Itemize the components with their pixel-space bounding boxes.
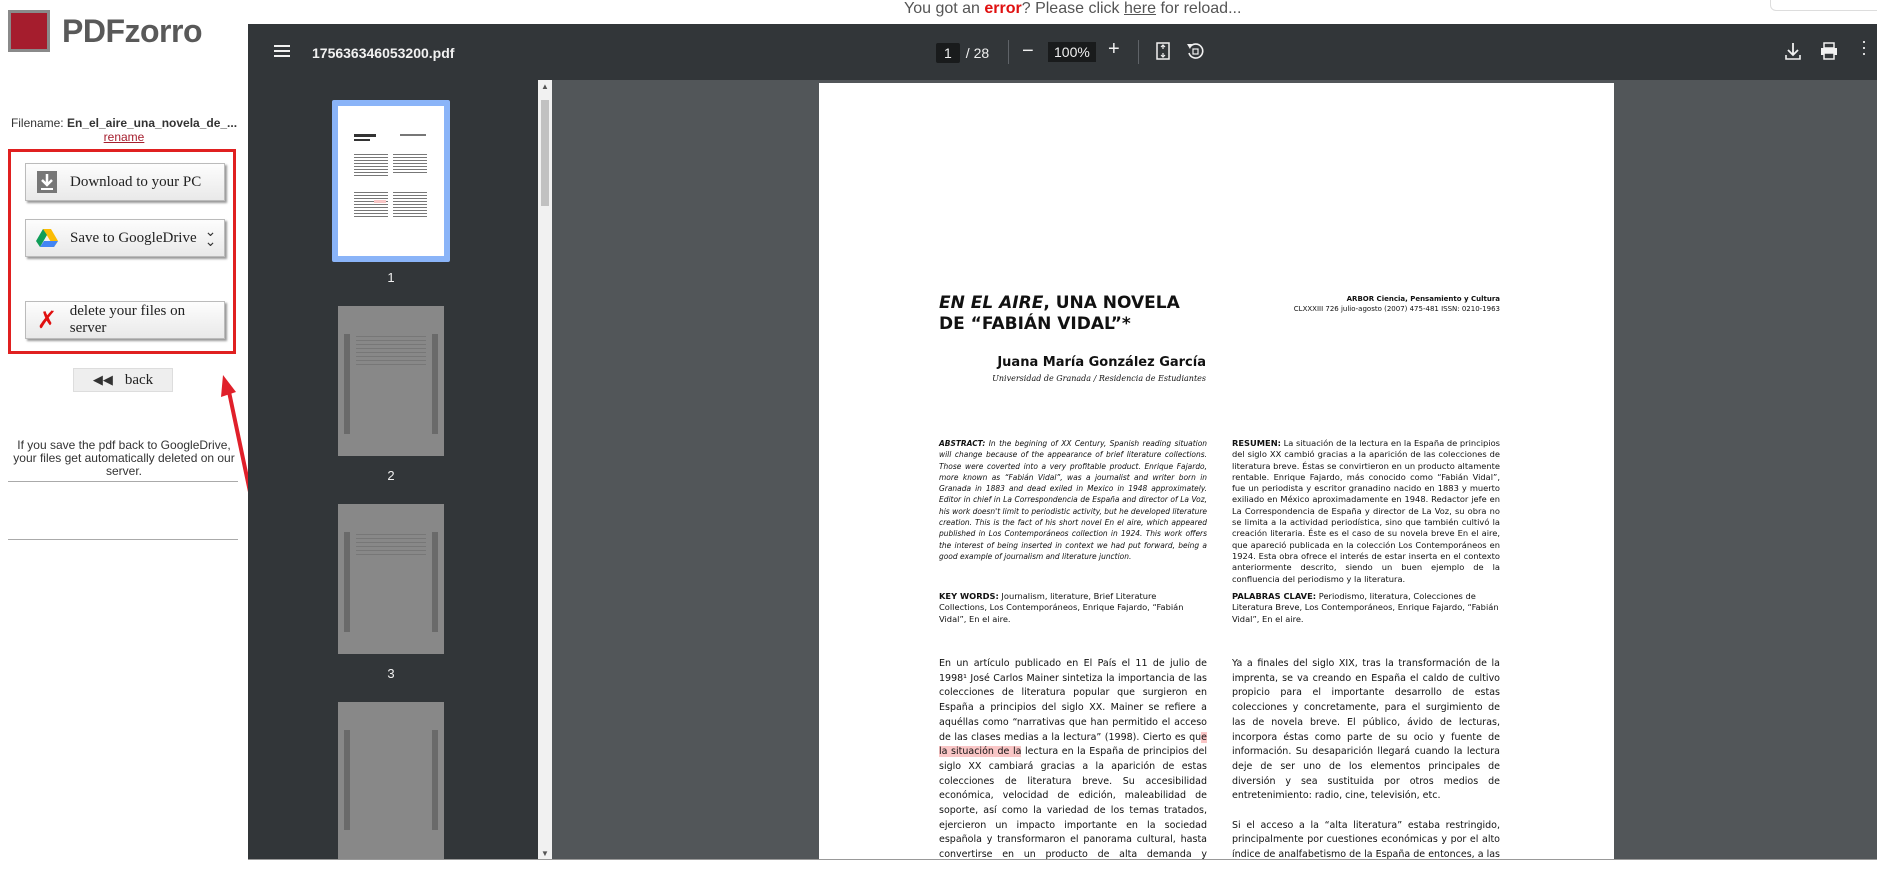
page-total: / 28 [965,45,990,61]
resumen: RESUMEN: La situación de la lectura en l… [1232,438,1500,585]
thumbnail-image [344,334,438,434]
body-column-left: En un artículo publicado en El País el 1… [939,657,1207,878]
thumbnail-scrollbar[interactable]: ▲ ▼ [538,80,552,860]
thumbnail-label: 3 [387,666,395,681]
more-options-icon[interactable]: · · · [1861,32,1867,62]
thumbnail-image [344,532,438,632]
googledrive-note: If you save the pdf back to GoogleDrive,… [13,438,235,478]
save-googledrive-label: Save to GoogleDrive [70,229,197,246]
author-name: Juana María González García [997,355,1206,370]
zoom-out-icon[interactable]: − [1022,40,1034,63]
notice-text: You got an [904,0,985,17]
thumbnail-page-3[interactable] [338,504,444,654]
journal-issue: CLXXXIII 726 julio-agosto (2007) 475-481… [1293,305,1500,313]
title-line2: DE “FABIÁN VIDAL”* [939,314,1131,334]
page-indicator: 1 / 28 [936,42,989,64]
menu-icon[interactable] [274,44,290,58]
scrollbar-thumb[interactable] [541,100,549,206]
journal-name: ARBOR Ciencia, Pensamiento y Cultura [1346,295,1500,303]
resumen-text: La situación de la lectura en la España … [1232,438,1500,584]
journal-info: ARBOR Ciencia, Pensamiento y Cultura CLX… [1294,294,1500,314]
toolbar-separator [1008,40,1009,64]
reload-link[interactable]: here [1124,0,1156,17]
divider [8,481,238,482]
filename-label: Filename: [10,116,64,130]
download-button[interactable]: Download to your PC [25,163,225,201]
fit-page-icon[interactable] [1156,42,1170,60]
thumbnail-page-4[interactable] [338,702,444,860]
pdf-page: EN EL AIRE, UNA NOVELA DE “FABIÁN VIDAL”… [819,83,1614,890]
rotate-icon[interactable] [1186,42,1204,60]
author-affiliation: Universidad de Granada / Residencia de E… [992,374,1206,383]
filename-block: Filename: En_el_aire_una_novela_de_... r… [8,116,240,144]
thumbnail-image [338,106,444,256]
actions-highlight-box: Download to your PC Save to GoogleDrive … [8,149,236,354]
chevron-down-icon[interactable]: ⌄ ⌄ [205,226,217,250]
body-text: Ya a finales del siglo XIX, tras la tran… [1232,658,1500,802]
filename-value: En_el_aire_una_novela_de_... [66,116,238,130]
palabras-label: PALABRAS CLAVE: [1232,591,1317,601]
scroll-down-icon[interactable]: ▼ [541,849,549,858]
body-text: En un artículo publicado en El País el 1… [939,658,1207,743]
thumbnail-image [344,730,438,830]
download-icon [34,169,60,195]
palabras-clave: PALABRAS CLAVE: Periodismo, literatura, … [1232,591,1500,625]
article-title: EN EL AIRE, UNA NOVELA DE “FABIÁN VIDAL”… [939,293,1180,335]
title-rest: , UNA NOVELA [1043,293,1180,313]
thumbnail-label: 1 [387,270,395,285]
corner-widget[interactable] [1770,0,1877,11]
keywords: KEY WORDS: Journalism, literature, Brief… [939,591,1207,625]
divider [8,539,238,540]
notice-text: ? Please click [1021,0,1124,17]
rename-link[interactable]: rename [8,130,240,144]
download-icon[interactable] [1785,42,1801,60]
logo-text: PDFzorro [62,12,203,49]
notice-text: for reload... [1156,0,1242,17]
reload-notice: You got an error? Please click here for … [904,0,1241,18]
title-italic: EN EL AIRE [939,293,1044,313]
left-panel: PDFzorro Filename: En_el_aire_una_novela… [0,0,260,895]
viewer-toolbar: 175636346053200.pdf 1 / 28 − 100% + · · · [248,24,1877,80]
body-text: lectura en la España de principios del s… [939,746,1207,875]
toolbar-separator [1138,40,1139,64]
delete-files-label: delete your files on server [69,303,186,336]
thumbnail-label: 2 [387,468,395,483]
print-icon[interactable] [1820,42,1838,60]
rewind-icon: ◀◀ [92,372,113,387]
notice-error: error [984,0,1022,17]
scroll-up-icon[interactable]: ▲ [541,82,549,91]
zoom-input[interactable]: 100% [1048,42,1096,62]
download-label: Download to your PC [70,173,202,190]
google-drive-icon [34,225,60,251]
delete-files-button[interactable]: ✗ delete your files on server [25,301,225,339]
save-googledrive-button[interactable]: Save to GoogleDrive ⌄ ⌄ [25,219,225,257]
back-button[interactable]: ◀◀ back [73,368,173,392]
logo[interactable]: PDFzorro [8,10,203,52]
resumen-label: RESUMEN: [1232,438,1281,448]
logo-mark [8,10,50,52]
back-label: back [124,371,154,388]
thumbnail-page-1[interactable] [332,100,450,262]
viewer-bottom-border [248,859,1877,860]
zoom-in-icon[interactable]: + [1108,38,1120,61]
thumbnail-sidebar: 1 2 3 [248,80,538,860]
page-number-input[interactable]: 1 [936,43,960,63]
abstract-text: In the begining of XX Century, Spanish r… [939,438,1207,561]
delete-x-icon: ✗ [36,306,57,334]
page-bottom-edge [248,860,1877,895]
keywords-label: KEY WORDS: [939,591,999,601]
thumbnail-page-2[interactable] [338,306,444,456]
abstract-label: ABSTRACT: [939,438,986,448]
document-filename: 175636346053200.pdf [312,45,455,61]
abstract: ABSTRACT: In the begining of XX Century,… [939,438,1207,562]
body-column-right: Ya a finales del siglo XIX, tras la tran… [1232,657,1500,892]
